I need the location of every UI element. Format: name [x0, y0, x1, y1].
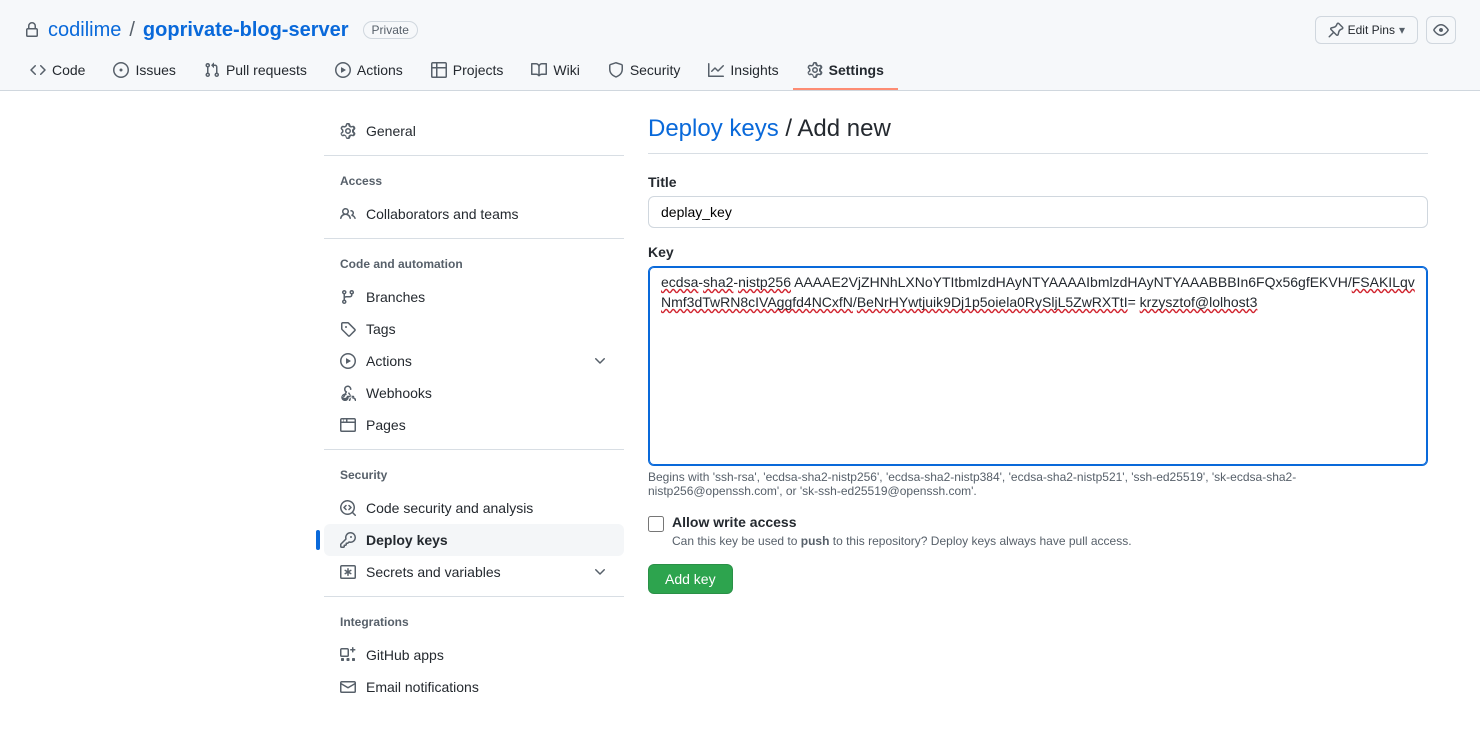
sidebar-label-email: Email notifications	[366, 679, 608, 695]
sidebar-label-secrets: Secrets and variables	[366, 564, 582, 580]
tab-projects[interactable]: Projects	[417, 52, 518, 90]
tab-pulls[interactable]: Pull requests	[190, 52, 321, 90]
eye-icon	[1433, 22, 1449, 38]
codescan-icon	[340, 500, 356, 516]
sidebar-label-csa: Code security and analysis	[366, 500, 608, 516]
write-access-row: Allow write access Can this key be used …	[648, 514, 1428, 548]
sidebar-label-general: General	[366, 123, 608, 139]
gear-icon	[807, 62, 823, 78]
lock-icon	[24, 22, 40, 38]
sidebar-label-actions: Actions	[366, 353, 582, 369]
key-label: Key	[648, 244, 1428, 260]
main-content: Deploy keys / Add new Title Key ecdsa-sh…	[648, 115, 1428, 719]
pin-icon	[1328, 22, 1344, 38]
sidebar-item-apps[interactable]: GitHub apps	[324, 639, 624, 671]
webhook-icon	[340, 385, 356, 401]
chevron-down-icon	[592, 353, 608, 369]
sidebar-item-tags[interactable]: Tags	[324, 313, 624, 345]
write-access-note: Can this key be used to push to this rep…	[672, 534, 1132, 548]
sidebar-item-email[interactable]: Email notifications	[324, 671, 624, 703]
sidebar-label-branches: Branches	[366, 289, 608, 305]
repo-tabs: Code Issues Pull requests Actions Projec…	[0, 52, 1480, 90]
caret-down-icon: ▾	[1399, 23, 1405, 37]
subhead: Deploy keys / Add new	[648, 115, 1428, 154]
repo-owner-link[interactable]: codilime	[48, 19, 121, 42]
key-icon	[340, 532, 356, 548]
sidebar-label-deploy: Deploy keys	[366, 532, 608, 548]
sidebar-heading-access: Access	[324, 164, 624, 198]
chevron-down-icon	[592, 564, 608, 580]
add-key-button[interactable]: Add key	[648, 564, 733, 594]
page-title: Deploy keys / Add new	[648, 115, 1428, 143]
issue-icon	[113, 62, 129, 78]
sidebar-item-secrets[interactable]: Secrets and variables	[324, 556, 624, 588]
repo-name-link[interactable]: goprivate-blog-server	[143, 19, 349, 42]
sidebar-item-collab[interactable]: Collaborators and teams	[324, 198, 624, 230]
mail-icon	[340, 679, 356, 695]
key-hint: Begins with 'ssh-rsa', 'ecdsa-sha2-nistp…	[648, 470, 1428, 498]
repo-title: codilime / goprivate-blog-server Private	[24, 19, 418, 42]
breadcrumb-separator: /	[785, 115, 797, 142]
repo-heading: codilime / goprivate-blog-server Private…	[0, 0, 1480, 52]
sidebar-item-webhooks[interactable]: Webhooks	[324, 377, 624, 409]
deploy-keys-breadcrumb-link[interactable]: Deploy keys	[648, 115, 779, 142]
gear-icon	[340, 123, 356, 139]
tab-security[interactable]: Security	[594, 52, 695, 90]
tab-insights[interactable]: Insights	[694, 52, 792, 90]
play-icon	[340, 353, 356, 369]
title-input[interactable]	[648, 196, 1428, 228]
sidebar-heading-integrations: Integrations	[324, 605, 624, 639]
settings-layout: General Access Collaborators and teams C…	[300, 91, 1480, 743]
key-textarea[interactable]: ecdsa-sha2-nistp256 AAAAE2VjZHNhLXNoYTIt…	[648, 266, 1428, 466]
header-actions: Edit Pins ▾	[1315, 16, 1456, 44]
asterisk-icon	[340, 564, 356, 580]
sidebar-item-deploy-keys[interactable]: Deploy keys	[324, 524, 624, 556]
tab-code[interactable]: Code	[16, 52, 99, 90]
branch-icon	[340, 289, 356, 305]
tab-issues[interactable]: Issues	[99, 52, 189, 90]
write-access-checkbox[interactable]	[648, 516, 664, 532]
sidebar-heading-code: Code and automation	[324, 247, 624, 281]
sidebar-heading-security: Security	[324, 458, 624, 492]
page-header: codilime / goprivate-blog-server Private…	[0, 0, 1480, 91]
play-icon	[335, 62, 351, 78]
write-access-body: Allow write access Can this key be used …	[672, 514, 1132, 548]
slash: /	[129, 19, 135, 42]
edit-pins-button[interactable]: Edit Pins ▾	[1315, 16, 1418, 44]
shield-icon	[608, 62, 624, 78]
edit-pins-label: Edit Pins	[1348, 23, 1395, 37]
table-icon	[431, 62, 447, 78]
sidebar-item-pages[interactable]: Pages	[324, 409, 624, 441]
sidebar-item-general[interactable]: General	[324, 115, 624, 147]
sidebar-label-pages: Pages	[366, 417, 608, 433]
write-access-label: Allow write access	[672, 514, 797, 530]
apps-icon	[340, 647, 356, 663]
graph-icon	[708, 62, 724, 78]
people-icon	[340, 206, 356, 222]
book-icon	[531, 62, 547, 78]
sidebar-item-csa[interactable]: Code security and analysis	[324, 492, 624, 524]
breadcrumb-current: Add new	[797, 115, 890, 142]
tab-settings[interactable]: Settings	[793, 52, 898, 90]
sidebar-label-webhooks: Webhooks	[366, 385, 608, 401]
tab-wiki[interactable]: Wiki	[517, 52, 593, 90]
settings-sidebar: General Access Collaborators and teams C…	[324, 115, 624, 719]
sidebar-item-branches[interactable]: Branches	[324, 281, 624, 313]
deploy-key-form: Title Key ecdsa-sha2-nistp256 AAAAE2VjZH…	[648, 174, 1428, 594]
sidebar-label-apps: GitHub apps	[366, 647, 608, 663]
title-label: Title	[648, 174, 1428, 190]
sidebar-item-actions[interactable]: Actions	[324, 345, 624, 377]
sidebar-label-tags: Tags	[366, 321, 608, 337]
code-icon	[30, 62, 46, 78]
visibility-badge: Private	[363, 21, 418, 39]
sidebar-label-collab: Collaborators and teams	[366, 206, 608, 222]
tab-actions[interactable]: Actions	[321, 52, 417, 90]
watch-button[interactable]	[1426, 16, 1456, 44]
pull-request-icon	[204, 62, 220, 78]
browser-icon	[340, 417, 356, 433]
tag-icon	[340, 321, 356, 337]
